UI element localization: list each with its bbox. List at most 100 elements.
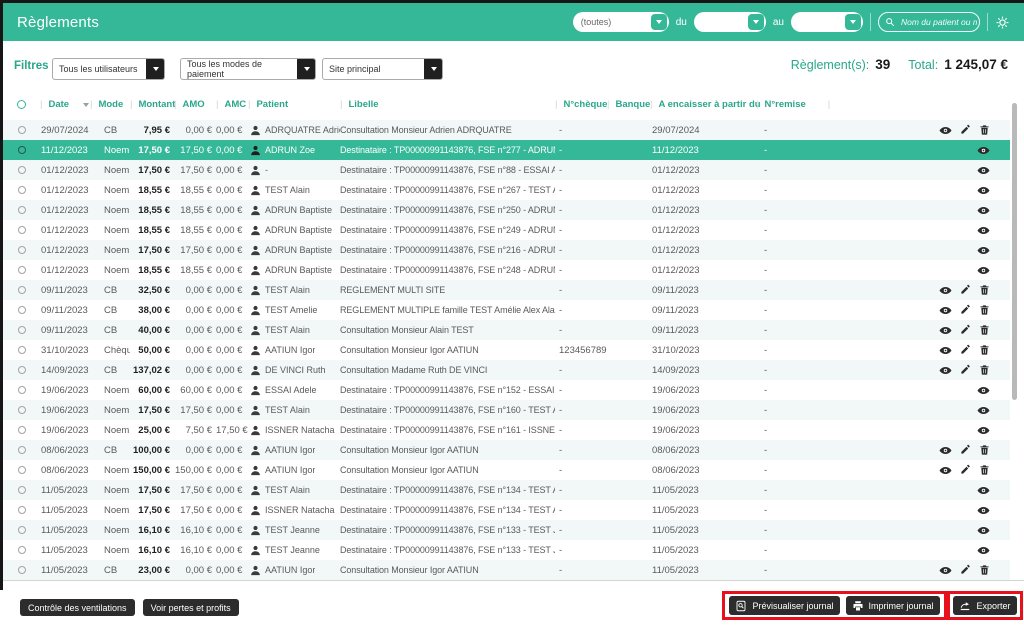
- row-radio[interactable]: [18, 186, 26, 194]
- row-radio[interactable]: [18, 386, 26, 394]
- pencil-icon[interactable]: [960, 364, 971, 377]
- table-row[interactable]: 01/12/2023Noemie18,55 €18,55 €0,00 €ADRU…: [3, 200, 1010, 220]
- row-radio[interactable]: [18, 206, 26, 214]
- table-row[interactable]: 11/05/2023Noemie17,50 €17,50 €0,00 €ISSN…: [3, 500, 1010, 520]
- eye-icon[interactable]: [977, 264, 990, 277]
- eye-icon[interactable]: [939, 464, 952, 477]
- trash-icon[interactable]: [979, 444, 990, 457]
- column-header-amo[interactable]: AMO: [174, 99, 216, 110]
- table-row[interactable]: 19/06/2023Noemie60,00 €60,00 €0,00 €ESSA…: [3, 380, 1010, 400]
- table-row[interactable]: 01/12/2023Noemie17,50 €17,50 €0,00 €ADRU…: [3, 240, 1010, 260]
- table-row[interactable]: 19/06/2023Noemie25,00 €7,50 €17,50 €ISSN…: [3, 420, 1010, 440]
- row-radio[interactable]: [18, 166, 26, 174]
- table-row[interactable]: 09/11/2023CB40,00 €0,00 €0,00 €TEST Alai…: [3, 320, 1010, 340]
- table-row[interactable]: 19/06/2023Noemie17,50 €17,50 €0,00 €TEST…: [3, 400, 1010, 420]
- trash-icon[interactable]: [979, 344, 990, 357]
- trash-icon[interactable]: [979, 464, 990, 477]
- column-header-aencaisser[interactable]: A encaisser à partir du: [650, 99, 756, 110]
- eye-icon[interactable]: [939, 324, 952, 337]
- table-row[interactable]: 14/09/2023CB137,02 €0,00 €0,00 €DE VINCI…: [3, 360, 1010, 380]
- eye-icon[interactable]: [977, 224, 990, 237]
- eye-icon[interactable]: [977, 184, 990, 197]
- table-row[interactable]: 29/07/2024CB7,95 €0,00 €0,00 €ADRQUATRE …: [3, 120, 1010, 140]
- eye-icon[interactable]: [939, 304, 952, 317]
- column-header-ncheque[interactable]: N°chèque: [555, 99, 607, 110]
- eye-icon[interactable]: [939, 364, 952, 377]
- eye-icon[interactable]: [977, 544, 990, 557]
- row-radio[interactable]: [18, 366, 26, 374]
- row-radio[interactable]: [18, 346, 26, 354]
- table-row[interactable]: 11/05/2023CB23,00 €0,00 €0,00 €AATIUN Ig…: [3, 560, 1010, 580]
- date-to-input[interactable]: [791, 12, 863, 32]
- trash-icon[interactable]: [979, 124, 990, 137]
- eye-icon[interactable]: [977, 204, 990, 217]
- eye-icon[interactable]: [977, 144, 990, 157]
- pencil-icon[interactable]: [960, 464, 971, 477]
- eye-icon[interactable]: [977, 384, 990, 397]
- row-radio[interactable]: [18, 286, 26, 294]
- row-radio[interactable]: [18, 306, 26, 314]
- column-header-date[interactable]: Date: [40, 99, 90, 110]
- period-select[interactable]: (toutes): [573, 12, 669, 32]
- row-radio[interactable]: [18, 326, 26, 334]
- table-row[interactable]: 08/06/2023Noemie150,00 €150,00 €0,00 €AA…: [3, 460, 1010, 480]
- eye-icon[interactable]: [977, 404, 990, 417]
- table-row[interactable]: 01/12/2023Noemie18,55 €18,55 €0,00 €TEST…: [3, 180, 1010, 200]
- eye-icon[interactable]: [977, 524, 990, 537]
- column-header-nremise[interactable]: N°remise: [756, 99, 802, 110]
- trash-icon[interactable]: [979, 564, 990, 577]
- column-header-banque[interactable]: Banque: [607, 99, 650, 110]
- pencil-icon[interactable]: [960, 444, 971, 457]
- payment-mode-filter-select[interactable]: Tous les modes de paiement: [180, 58, 316, 80]
- eye-icon[interactable]: [977, 504, 990, 517]
- row-radio[interactable]: [18, 446, 26, 454]
- table-row[interactable]: 11/05/2023Noemie16,10 €16,10 €0,00 €TEST…: [3, 540, 1010, 560]
- column-header-montant[interactable]: Montant: [130, 99, 174, 110]
- eye-icon[interactable]: [939, 124, 952, 137]
- chevron-down-icon[interactable]: [146, 58, 165, 80]
- eye-icon[interactable]: [939, 564, 952, 577]
- pencil-icon[interactable]: [960, 344, 971, 357]
- column-header-libelle[interactable]: Libelle: [340, 99, 555, 110]
- column-header-amc[interactable]: AMC: [216, 99, 248, 110]
- eye-icon[interactable]: [977, 424, 990, 437]
- table-row[interactable]: 31/10/2023Chèque50,00 €0,00 €0,00 €AATIU…: [3, 340, 1010, 360]
- chevron-down-icon[interactable]: [748, 14, 764, 30]
- chevron-down-icon[interactable]: [651, 14, 667, 30]
- chevron-down-icon[interactable]: [424, 58, 443, 80]
- table-row[interactable]: 09/11/2023CB32,50 €0,00 €0,00 €TEST Alai…: [3, 280, 1010, 300]
- table-row[interactable]: 01/12/2023Noemie18,55 €18,55 €0,00 €ADRU…: [3, 260, 1010, 280]
- pencil-icon[interactable]: [960, 284, 971, 297]
- voir-pertes-profits-button[interactable]: Voir pertes et profits: [143, 599, 239, 616]
- table-row[interactable]: 01/12/2023Noemie18,55 €18,55 €0,00 €ADRU…: [3, 220, 1010, 240]
- trash-icon[interactable]: [979, 304, 990, 317]
- pencil-icon[interactable]: [960, 324, 971, 337]
- previsualiser-journal-button[interactable]: Prévisualiser journal: [729, 596, 839, 615]
- users-filter-select[interactable]: Tous les utilisateurs: [52, 58, 165, 80]
- column-header-mode[interactable]: Mode: [90, 99, 130, 110]
- table-row[interactable]: 01/12/2023Noemie17,50 €17,50 €0,00 €-Des…: [3, 160, 1010, 180]
- column-header-patient[interactable]: Patient: [248, 99, 340, 110]
- row-radio[interactable]: [18, 126, 26, 134]
- trash-icon[interactable]: [979, 284, 990, 297]
- table-row[interactable]: 11/05/2023Noemie16,10 €16,10 €0,00 €TEST…: [3, 520, 1010, 540]
- eye-icon[interactable]: [939, 444, 952, 457]
- row-radio[interactable]: [18, 426, 26, 434]
- site-filter-select[interactable]: Site principal: [322, 58, 443, 80]
- gear-icon[interactable]: [995, 15, 1010, 30]
- row-radio[interactable]: [18, 226, 26, 234]
- eye-icon[interactable]: [977, 164, 990, 177]
- chevron-down-icon[interactable]: [297, 58, 316, 80]
- row-radio[interactable]: [18, 266, 26, 274]
- exporter-button[interactable]: Exporter: [953, 596, 1016, 615]
- patient-search[interactable]: [878, 12, 980, 32]
- eye-icon[interactable]: [977, 244, 990, 257]
- row-radio[interactable]: [18, 566, 26, 574]
- table-row[interactable]: 11/05/2023Noemie17,50 €17,50 €0,00 €TEST…: [3, 480, 1010, 500]
- pencil-icon[interactable]: [960, 304, 971, 317]
- row-radio[interactable]: [18, 506, 26, 514]
- row-radio[interactable]: [18, 466, 26, 474]
- eye-icon[interactable]: [939, 284, 952, 297]
- trash-icon[interactable]: [979, 324, 990, 337]
- table-row[interactable]: 11/12/2023Noemie17,50 €17,50 €0,00 €ADRU…: [3, 140, 1010, 160]
